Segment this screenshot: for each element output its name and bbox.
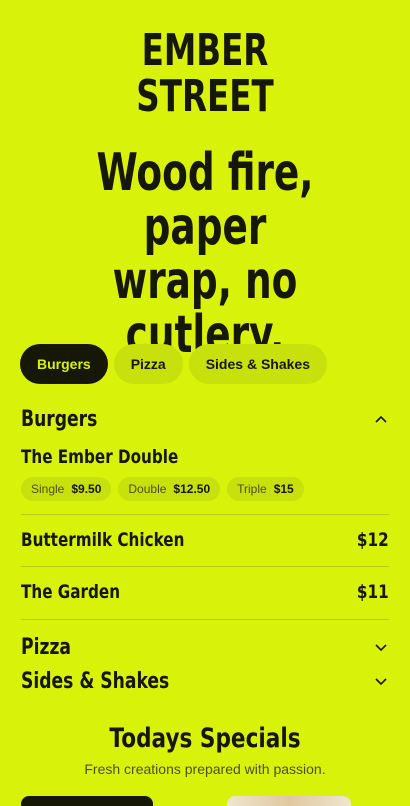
variant-price: $12.50	[173, 482, 211, 496]
section-title-burgers[interactable]: Burgers	[21, 408, 97, 432]
specials-title: Todays Specials	[109, 723, 301, 754]
item-price: $11	[357, 581, 389, 603]
headline-line-1: Wood fire, paper	[96, 143, 314, 257]
category-tabs: Burgers Pizza Sides & Shakes	[20, 344, 327, 384]
variant-name: Single	[31, 482, 65, 496]
chevron-up-icon[interactable]	[374, 412, 388, 426]
chevron-down-icon[interactable]	[374, 641, 388, 655]
variant-price: $15	[273, 482, 294, 496]
variant-single[interactable]: Single $9.50	[21, 477, 112, 501]
special-card[interactable]	[21, 796, 153, 806]
brand-line-1: EMBER	[141, 25, 269, 76]
variant-double[interactable]: Double $12.50	[118, 477, 221, 501]
variant-price: $9.50	[71, 482, 102, 496]
specials-subtitle: Fresh creations prepared with passion.	[84, 761, 326, 777]
brand-logo: EMBER STREET	[53, 28, 356, 120]
brand-line-2: STREET	[136, 71, 274, 122]
section-title-sides-shakes[interactable]: Sides & Shakes	[21, 670, 169, 694]
hero-headline: Wood fire, paper wrap, no cutlery.	[57, 146, 352, 362]
divider	[21, 619, 389, 620]
variant-name: Triple	[237, 482, 267, 496]
section-title-pizza[interactable]: Pizza	[21, 636, 71, 660]
menu-item-ember-double: The Ember Double	[21, 446, 179, 468]
variant-options: Single $9.50 Double $12.50 Triple $15	[21, 477, 304, 501]
headline-line-2: wrap, no	[112, 251, 298, 311]
menu-item-buttermilk-chicken: Buttermilk Chicken	[21, 529, 185, 551]
variant-triple[interactable]: Triple $15	[227, 477, 304, 501]
chevron-down-icon[interactable]	[374, 675, 388, 689]
variant-name: Double	[128, 482, 167, 496]
tab-burgers[interactable]: Burgers	[20, 344, 108, 384]
divider	[21, 566, 389, 567]
menu-item-the-garden: The Garden	[21, 581, 121, 603]
special-card-image[interactable]	[227, 796, 351, 806]
item-price: $12	[357, 529, 389, 551]
tab-sides-shakes[interactable]: Sides & Shakes	[188, 344, 327, 384]
tab-pizza[interactable]: Pizza	[113, 344, 183, 384]
divider	[21, 514, 389, 515]
